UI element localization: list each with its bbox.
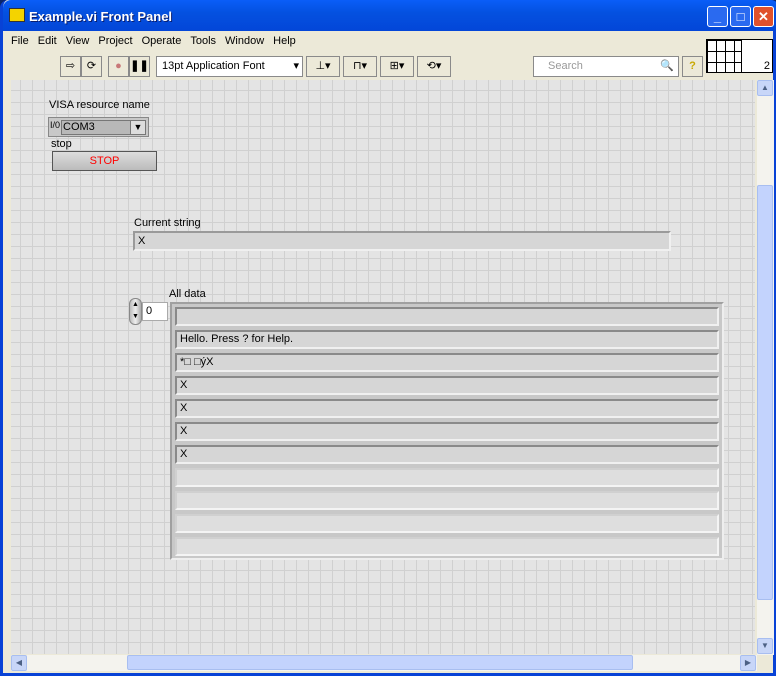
scroll-right-icon[interactable]: ▶ [740,655,756,671]
menu-project[interactable]: Project [93,32,136,47]
array-element [175,491,719,510]
menu-file[interactable]: File [6,32,33,47]
align-objects-icon[interactable]: ⊥▾ [306,56,340,77]
scroll-down-icon[interactable]: ▼ [757,638,773,654]
current-string-indicator: X [133,231,671,251]
io-icon: I/0 [50,120,61,130]
array-index-spinner[interactable]: ▲ ▼ [129,298,142,325]
maximize-button[interactable]: □ [730,6,751,27]
close-button[interactable]: ✕ [753,6,774,27]
connector-pane-icon[interactable] [706,39,742,73]
front-panel-window: Example.vi Front Panel _ □ ✕ File Edit Vie… [0,0,776,676]
pause-icon[interactable]: ❚❚ [129,56,150,77]
menu-edit[interactable]: Edit [33,32,61,47]
scroll-left-icon[interactable]: ◀ [11,655,27,671]
chevron-down-icon[interactable]: ▼ [130,120,146,135]
array-element: X [175,445,719,464]
search-placeholder: Search [548,60,583,72]
array-element: Hello. Press ? for Help. [175,330,719,349]
all-data-array: Hello. Press ? for Help. *□ □ýX X X X X [170,302,724,560]
array-element: X [175,399,719,418]
visa-value: COM3 [61,120,131,135]
vertical-scrollbar[interactable]: ▲ ▼ [757,80,774,655]
vi-icon-number: 2 [763,60,770,72]
title-bar: Example.vi Front Panel _ □ ✕ [3,0,776,31]
window-title: Example.vi Front Panel [29,9,173,24]
font-value: 13pt Application Font [162,60,265,72]
menu-help[interactable]: Help [268,32,300,47]
array-index-input[interactable]: 0 [142,302,168,321]
search-icon: 🔍 [660,60,674,72]
menu-view[interactable]: View [61,32,94,47]
array-element [175,537,719,556]
stop-button[interactable]: STOP [52,151,157,171]
help-icon: ? [689,60,696,72]
abort-icon[interactable]: ● [108,56,129,77]
minimize-button[interactable]: _ [707,6,728,27]
resize-objects-icon[interactable]: ⊞▾ [380,56,414,77]
horizontal-scroll-thumb[interactable] [127,655,633,670]
toolbar: ⇨ ⟳ ● ❚❚ 13pt Application Font ▾ ⊥▾ ⊓▾ ⊞▾… [6,39,773,79]
current-string-label: Current string [134,217,201,229]
menu-operate[interactable]: Operate [137,32,186,47]
all-data-label: All data [169,288,206,300]
array-element: X [175,376,719,395]
reorder-icon[interactable]: ⟲▾ [417,56,451,77]
array-element [175,514,719,533]
menu-tools[interactable]: Tools [185,32,220,47]
scroll-up-icon[interactable]: ▲ [757,80,773,96]
horizontal-scrollbar[interactable]: ◀ ▶ [11,655,757,671]
help-button[interactable]: ? [682,56,703,77]
menu-window[interactable]: Window [220,32,268,47]
labview-icon [9,8,25,22]
run-continuously-icon[interactable]: ⟳ [81,56,102,77]
visa-resource-control[interactable]: I/0 COM3 ▼ [48,117,149,137]
menu-bar: File Edit View Project Operate Tools Window Hel… [6,32,773,52]
array-element: *□ □ýX [175,353,719,372]
array-element: X [175,422,719,441]
chevron-down-icon: ▾ [293,60,299,72]
vertical-scroll-thumb[interactable] [757,185,773,600]
search-input[interactable]: Search 🔍 [533,56,679,77]
array-element [175,307,719,326]
stop-label: stop [51,138,72,150]
array-element [175,468,719,487]
vi-icon[interactable]: 2 [741,39,773,73]
distribute-objects-icon[interactable]: ⊓▾ [343,56,377,77]
font-select[interactable]: 13pt Application Font ▾ [156,56,303,77]
visa-label: VISA resource name [49,99,150,111]
run-arrow-icon[interactable]: ⇨ [60,56,81,77]
